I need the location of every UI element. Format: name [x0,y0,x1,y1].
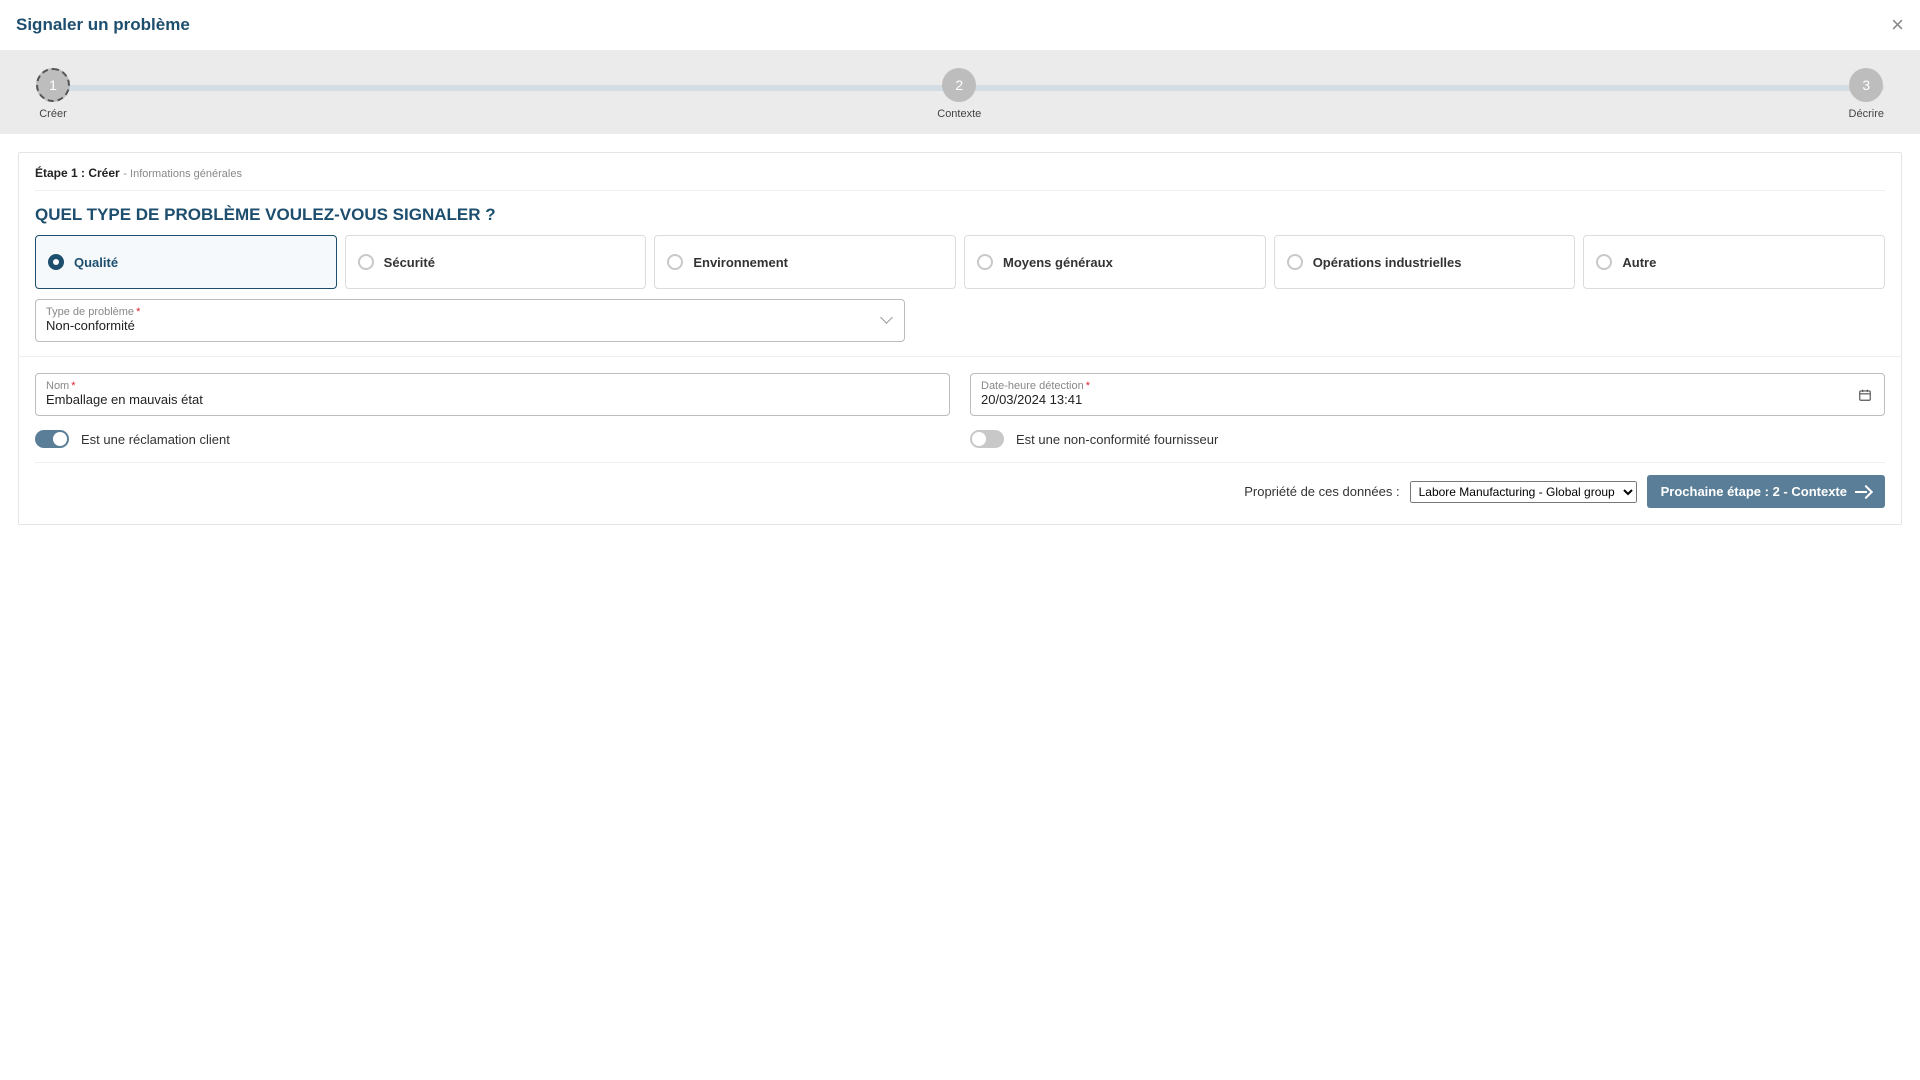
step-subtitle: - Informations générales [123,168,242,180]
step-2[interactable]: 2 Contexte [937,68,981,120]
card-footer: Propriété de ces données : Labore Manufa… [35,462,1885,508]
arrow-right-icon [1855,487,1871,497]
step-1[interactable]: 1 Créer [36,68,70,120]
step-circle: 3 [1849,68,1883,102]
modal-title: Signaler un problème [16,15,190,35]
stepper: 1 Créer 2 Contexte 3 Décrire [0,50,1920,134]
form-card: Étape 1 : Créer - Informations générales… [18,152,1902,525]
type-card-autre[interactable]: Autre [1583,235,1885,289]
detection-datetime-field[interactable]: Date-heure détection * [970,373,1885,416]
close-icon[interactable]: × [1891,12,1904,38]
radio-icon [48,254,64,270]
required-marker: * [1086,380,1090,392]
data-owner-label: Propriété de ces données : [1244,484,1399,499]
toggle-switch[interactable] [35,430,69,448]
step-3[interactable]: 3 Décrire [1849,68,1884,120]
question-heading: Quel type de problème voulez-vous signal… [35,191,1885,235]
toggle-label: Est une réclamation client [81,432,230,447]
type-label: Sécurité [384,255,435,270]
card-header: Étape 1 : Créer - Informations générales [35,165,1885,191]
type-card-moyens[interactable]: Moyens généraux [964,235,1266,289]
calendar-icon [1858,388,1872,402]
type-card-securite[interactable]: Sécurité [345,235,647,289]
toggle-supplier-nc: Est une non-conformité fournisseur [970,430,1885,448]
field-label: Type de problème [46,306,134,318]
toggle-client-claim: Est une réclamation client [35,430,950,448]
toggle-switch[interactable] [970,430,1004,448]
next-step-button[interactable]: Prochaine étape : 2 - Contexte [1647,475,1885,508]
type-label: Environnement [693,255,788,270]
name-field[interactable]: Nom * [35,373,950,416]
step-label: Contexte [937,108,981,120]
step-title: Étape 1 : Créer [35,166,120,180]
type-label: Autre [1622,255,1656,270]
type-label: Opérations industrielles [1313,255,1462,270]
problem-subtype-select[interactable]: Type de problème * Non-conformité [35,299,905,342]
step-circle: 1 [36,68,70,102]
toggle-label: Est une non-conformité fournisseur [1016,432,1218,447]
field-label: Date-heure détection [981,380,1084,392]
type-card-operations[interactable]: Opérations industrielles [1274,235,1576,289]
name-input[interactable] [46,392,939,407]
type-label: Moyens généraux [1003,255,1113,270]
modal-header: Signaler un problème × [0,0,1920,50]
field-label: Nom [46,380,69,392]
radio-icon [1596,254,1612,270]
data-owner-select[interactable]: Labore Manufacturing - Global group [1410,481,1637,503]
chevron-down-icon [882,316,892,326]
type-card-environnement[interactable]: Environnement [654,235,956,289]
type-card-qualite[interactable]: Qualité [35,235,337,289]
button-label: Prochaine étape : 2 - Contexte [1661,484,1847,499]
required-marker: * [136,306,140,318]
type-label: Qualité [74,255,118,270]
field-value: Non-conformité [46,318,894,333]
step-label: Créer [39,108,67,120]
step-circle: 2 [942,68,976,102]
datetime-input[interactable] [981,392,1874,407]
radio-icon [977,254,993,270]
problem-type-row: Qualité Sécurité Environnement Moyens gé… [35,235,1885,289]
radio-icon [667,254,683,270]
required-marker: * [71,380,75,392]
radio-icon [1287,254,1303,270]
divider [19,356,1901,357]
step-label: Décrire [1849,108,1884,120]
radio-icon [358,254,374,270]
